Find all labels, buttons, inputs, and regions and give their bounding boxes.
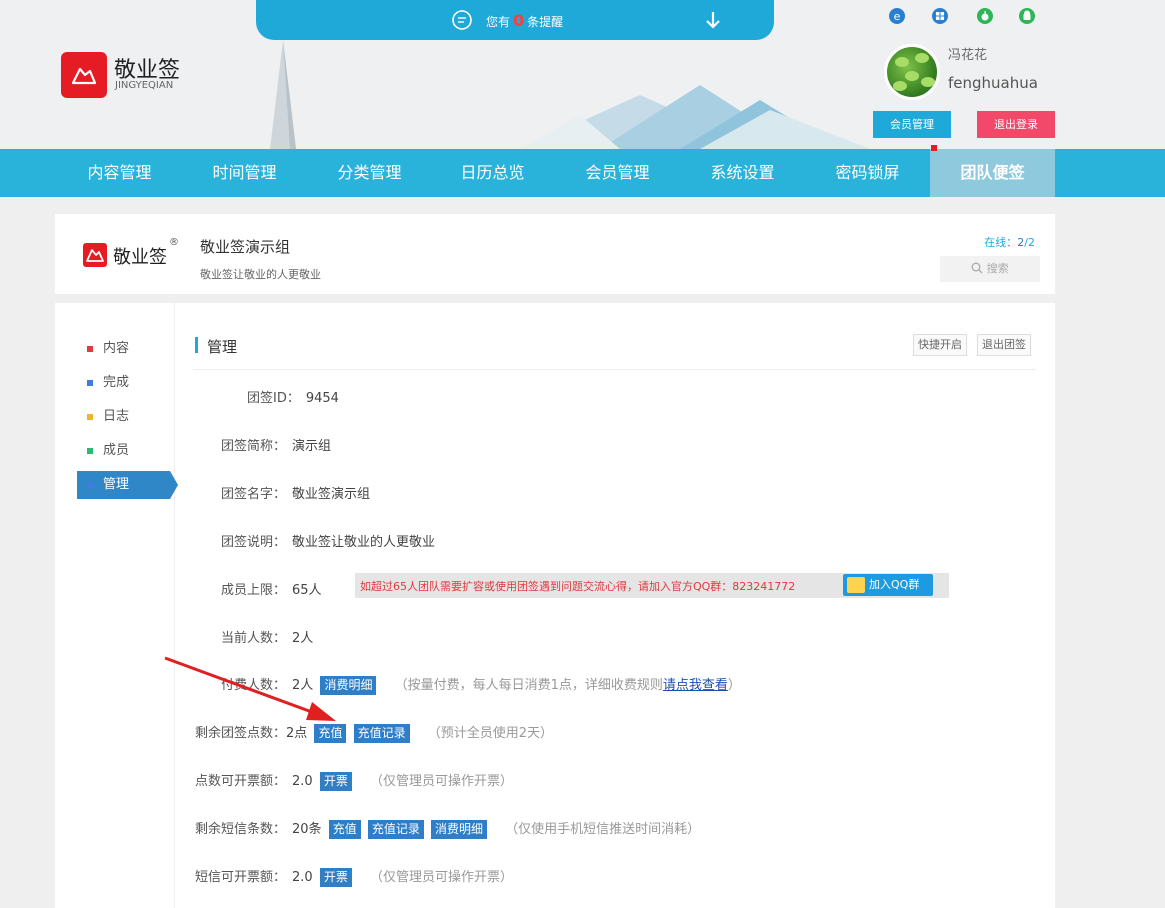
group-sidebar: 内容 完成 日志 成员 管理 <box>55 303 178 908</box>
bullet-icon <box>87 448 93 454</box>
nav-indicator <box>931 145 937 151</box>
nav-calendar[interactable]: 日历总览 <box>430 149 555 197</box>
android-icon[interactable] <box>1018 7 1036 25</box>
member-management-button[interactable]: 会员管理 <box>873 111 951 138</box>
row-group-id: 团签ID： 9454 <box>247 391 339 406</box>
platform-downloads: e <box>888 7 1038 27</box>
nav-category[interactable]: 分类管理 <box>307 149 432 197</box>
paid-note: （按量付费，每人每日消费1点，详细收费规则请点我查看） <box>394 678 741 693</box>
recharge-record-button[interactable]: 充值记录 <box>353 724 410 743</box>
join-qq-button[interactable]: 加入QQ群 <box>843 574 933 596</box>
sms-recharge-record-button[interactable]: 充值记录 <box>367 820 424 839</box>
sidebar-item-manage[interactable]: 管理 <box>77 471 178 499</box>
points-note: （预计全员使用2天） <box>427 726 554 741</box>
bullet-icon <box>87 380 93 386</box>
main-content: 内容 完成 日志 成员 管理 管理 快捷开启 退出团签 团签ID： 9454 团签… <box>55 303 1055 908</box>
user-avatar[interactable] <box>884 44 940 100</box>
divider <box>193 369 1036 370</box>
group-name: 敬业签演示组 <box>200 238 291 256</box>
group-header-card: 敬业签 ® 敬业签演示组 敬业签让敬业的人更敬业 在线：2/2 搜索 <box>55 214 1055 294</box>
registered-mark: ® <box>169 237 179 248</box>
nav-content[interactable]: 内容管理 <box>57 149 182 197</box>
group-logo-icon <box>83 243 107 267</box>
limit-warning: 如超过65人团队需要扩容或使用团签遇到问题交流心得，请加入官方QQ群：82324… <box>355 573 949 598</box>
logo-text-en: JINGYEQIAN <box>115 80 174 91</box>
bullet-icon <box>87 346 93 352</box>
row-points-invoice: 点数可开票额： 2.0 开票 （仅管理员可操作开票） <box>195 772 514 791</box>
sms-detail-button[interactable]: 消费明细 <box>431 820 488 839</box>
sidebar-item-members[interactable]: 成员 <box>77 437 170 465</box>
recharge-button[interactable]: 充值 <box>314 724 347 743</box>
arrow-down-icon[interactable] <box>703 9 723 31</box>
row-sms-invoice: 短信可开票额： 2.0 开票 （仅管理员可操作开票） <box>195 868 514 887</box>
row-member-limit: 成员上限： 65人 <box>221 583 322 598</box>
bullet-icon <box>87 414 93 420</box>
search-placeholder: 搜索 <box>986 262 1009 275</box>
reminder-count: 0 <box>513 11 525 30</box>
nav-time[interactable]: 时间管理 <box>182 149 307 197</box>
nav-settings[interactable]: 系统设置 <box>680 149 805 197</box>
windows-icon[interactable] <box>931 7 949 25</box>
apple-icon[interactable] <box>976 7 994 25</box>
qq-icon <box>847 577 865 593</box>
limit-warning-text: 如超过65人团队需要扩容或使用团签遇到问题交流心得，请加入官方QQ群：82324… <box>360 580 796 593</box>
sidebar-item-content[interactable]: 内容 <box>77 335 170 363</box>
group-brand: 敬业签 <box>113 247 167 268</box>
ie-icon[interactable]: e <box>888 7 906 25</box>
group-search[interactable]: 搜索 <box>940 256 1040 282</box>
sidebar-item-log[interactable]: 日志 <box>77 403 170 431</box>
user-name-cn: 冯花花 <box>948 48 988 63</box>
nav-lock[interactable]: 密码锁屏 <box>805 149 930 197</box>
points-invoice-button[interactable]: 开票 <box>319 772 352 791</box>
reminder-text: 您有 0 条提醒 <box>486 11 564 30</box>
sms-invoice-note: （仅管理员可操作开票） <box>370 870 514 885</box>
sidebar-item-done[interactable]: 完成 <box>77 369 170 397</box>
reminder-bar[interactable]: 您有 0 条提醒 <box>256 0 774 40</box>
sms-recharge-button[interactable]: 充值 <box>328 820 361 839</box>
message-icon <box>452 10 472 30</box>
bullet-icon <box>87 482 93 488</box>
quick-open-button[interactable]: 快捷开启 <box>913 334 967 356</box>
logo-icon <box>61 52 107 98</box>
search-icon <box>971 262 983 274</box>
nav-member[interactable]: 会员管理 <box>555 149 680 197</box>
row-current-count: 当前人数： 2人 <box>221 631 314 646</box>
user-name-en: fenghuahua <box>948 74 1038 92</box>
group-description: 敬业签让敬业的人更敬业 <box>200 268 321 281</box>
header: 您有 0 条提醒 敬业签 JINGYEQIAN e 冯花花 fenghuahua… <box>0 0 1165 149</box>
sms-note: （仅使用手机短信推送时间消耗） <box>505 822 701 837</box>
row-group-desc: 团签说明： 敬业签让敬业的人更敬业 <box>221 535 436 550</box>
row-short-name: 团签简称： 演示组 <box>221 439 332 454</box>
row-sms-remaining: 剩余短信条数： 20条 充值 充值记录 消费明细 （仅使用手机短信推送时间消耗） <box>195 820 701 839</box>
sms-invoice-button[interactable]: 开票 <box>319 868 352 887</box>
row-group-name: 团签名字： 敬业签演示组 <box>221 487 371 502</box>
nav-team-notes[interactable]: 团队便签 <box>930 149 1055 197</box>
online-status: 在线：2/2 <box>984 236 1035 249</box>
svg-text:e: e <box>894 10 901 23</box>
main-nav: 内容管理 时间管理 分类管理 日历总览 会员管理 系统设置 密码锁屏 团队便签 <box>0 145 1165 197</box>
row-paid-count: 付费人数： 2人 消费明细 （按量付费，每人每日消费1点，详细收费规则请点我查看） <box>221 676 741 695</box>
paid-detail-button[interactable]: 消费明细 <box>320 676 377 695</box>
row-remaining-points: 剩余团签点数：2点 充值 充值记录 （预计全员使用2天） <box>195 724 554 743</box>
quit-group-button[interactable]: 退出团签 <box>977 334 1031 356</box>
logout-button[interactable]: 退出登录 <box>977 111 1055 138</box>
section-title: 管理 <box>195 336 237 357</box>
pricing-rules-link[interactable]: 请点我查看 <box>663 678 728 693</box>
invoice-note: （仅管理员可操作开票） <box>370 774 514 789</box>
